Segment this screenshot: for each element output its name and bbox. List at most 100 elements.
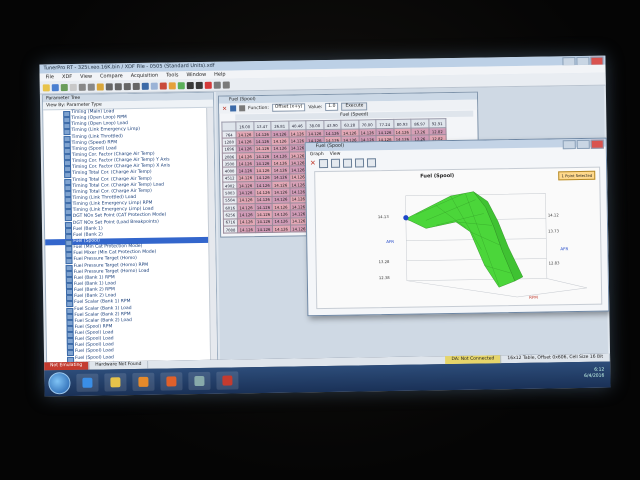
execute-button[interactable]: Execute (341, 102, 368, 111)
taskbar-firefox[interactable] (160, 372, 183, 391)
close-x-icon[interactable]: ✕ (310, 159, 316, 167)
taskbar-ie[interactable] (76, 373, 99, 392)
rotate-icon[interactable] (318, 158, 328, 168)
tree-item-label: Fuel (Bank 1) Load (73, 281, 116, 287)
record-icon[interactable] (159, 81, 167, 90)
graph-title-text: Fuel (Spool) (315, 143, 345, 150)
taskbar-tunerpro[interactable] (216, 371, 239, 390)
stop-icon[interactable] (195, 81, 203, 89)
list-icon[interactable] (150, 82, 158, 90)
arrow-left-icon[interactable] (123, 82, 131, 90)
graph-maximize-button[interactable] (576, 139, 590, 150)
value-input[interactable]: 1.0 (325, 102, 339, 111)
table-cell[interactable]: 14.126 (237, 225, 256, 234)
close-x-icon[interactable]: ✕ (222, 105, 227, 112)
chart-icon[interactable] (366, 157, 376, 167)
save-icon[interactable] (51, 83, 59, 91)
tree-item-label: Fuel (Spool) Load (75, 354, 114, 361)
tree-item-label: Fuel (Spool) Load (74, 330, 114, 337)
tree-item-label: Fuel Scalar (Bank 1) Load (74, 305, 132, 312)
tree-item-label: Timing (Link Throttled) Load (72, 194, 137, 201)
compare-icon[interactable] (69, 83, 77, 91)
svg-text:13.28: 13.28 (379, 259, 391, 264)
arrow-down-icon[interactable] (114, 82, 122, 90)
clock-date: 6/4/2016 (584, 373, 605, 379)
table-icon[interactable] (141, 82, 149, 90)
value-label: Value: (308, 104, 323, 110)
pause-icon[interactable] (186, 81, 194, 89)
select-icon[interactable] (330, 158, 340, 168)
menu-xdf[interactable]: XDF (62, 73, 72, 81)
graph-close-button[interactable] (590, 139, 604, 149)
open-folder-icon[interactable] (42, 83, 50, 91)
settings-icon[interactable] (213, 81, 221, 89)
graph-minimize-button[interactable] (562, 140, 576, 150)
column-header: 26.81 (270, 121, 289, 131)
graph-window-controls (562, 139, 604, 150)
chart-icon[interactable] (239, 105, 246, 112)
zoom-icon[interactable] (342, 158, 352, 168)
screen: TunerPro RT - 325i.xeo.16K.bin / XDF Fil… (39, 55, 611, 397)
x-axis-label: RPM (529, 295, 538, 300)
column-header: 77.24 (375, 119, 394, 129)
grid-icon[interactable] (230, 105, 237, 112)
function-select[interactable]: Offset (x+y) (271, 103, 306, 112)
taskbar-app[interactable] (188, 371, 211, 391)
table-cell[interactable]: 14.126 (289, 224, 308, 233)
menu-file[interactable]: File (46, 73, 54, 81)
wireframe-icon[interactable] (354, 157, 364, 168)
column-header: 63.28 (340, 119, 359, 130)
xdf-icon[interactable] (60, 83, 68, 91)
workspace: Fuel (Spool) ✕ Function: Offset (x+y) Va… (215, 85, 610, 360)
parameter-tree: Timing (Main) Load Timing (Open Loop) RPM… (43, 108, 211, 369)
tree-item-label: Fuel (Spool) Load (74, 336, 114, 343)
tree-item-label: Fuel Scalar (Bank 2) RPM (74, 311, 131, 318)
menu-view[interactable]: View (80, 73, 92, 81)
z-axis-label-left: AFR (386, 239, 394, 244)
column-header: 70.00 (358, 119, 376, 129)
tree-item-label: Fuel (Spool) (73, 238, 100, 244)
tree-item-label: Fuel (Bank 1) (72, 226, 103, 232)
taskbar-explorer[interactable] (104, 373, 127, 392)
info-icon[interactable] (222, 80, 230, 89)
play-icon[interactable] (177, 81, 185, 89)
taskbar-media-player[interactable] (132, 372, 155, 392)
tree-item-label: Fuel (Bank 2) Load (74, 293, 117, 300)
tree-item-label: Timing Total Cor. (Charge Air Temp) (72, 176, 152, 183)
start-button[interactable] (48, 372, 71, 395)
tree-item-label: Fuel Pressure Target (Homo) RPM (73, 262, 149, 269)
svg-text:14.12: 14.12 (548, 212, 560, 217)
plot-area[interactable]: Fuel (Spool) 1 Point Selected 14.13 14.1… (314, 166, 603, 310)
tree-item-label: Fuel (Bank 1) RPM (73, 275, 115, 281)
surface-plot: 14.13 14.12 13.73 13.28 12.83 12.38 AFR … (378, 191, 588, 300)
column-header: 92.91 (428, 118, 446, 128)
menu-tools[interactable]: Tools (166, 71, 178, 79)
z-axis-label-right: AFR (560, 246, 568, 251)
arrow-up-icon[interactable] (105, 82, 113, 90)
redo-icon[interactable] (87, 83, 95, 91)
menu-help[interactable]: Help (214, 71, 226, 79)
tree-item-label: Fuel (Spool) Load (74, 348, 114, 355)
window-title: TunerPro RT - 325i.xeo.16K.bin / XDF Fil… (43, 62, 215, 72)
emulate-icon[interactable] (204, 81, 212, 89)
svg-text:12.83: 12.83 (549, 260, 561, 265)
tree-item-label: Timing Total Cor. (Charge Air Temp) (72, 170, 152, 177)
svg-text:12.38: 12.38 (379, 275, 391, 280)
table-cell[interactable]: 14.126 (254, 225, 273, 233)
taskbar-clock: 6:12 6/4/2016 (584, 368, 604, 380)
tree-item-label: Fuel (Bank 2) RPM (73, 287, 115, 294)
column-header: 38.00 (305, 120, 324, 130)
graph-menu-graph[interactable]: Graph (310, 151, 324, 158)
tree-item-label: Fuel Pressure Target (Homo) (73, 256, 137, 263)
function-label: Function: (248, 105, 269, 111)
undo-icon[interactable] (78, 83, 86, 91)
table-cell[interactable]: 14.126 (272, 224, 291, 233)
column-header: 13.47 (253, 121, 271, 131)
row-header: 7088 (223, 225, 238, 234)
graph-menu-view[interactable]: View (330, 151, 341, 158)
tool-icon[interactable] (96, 82, 104, 91)
tree-item-label: Fuel (Spool) RPM (74, 324, 113, 330)
column-header: 86.97 (410, 118, 429, 129)
arrow-right-icon[interactable] (132, 82, 140, 90)
gauge-icon[interactable] (168, 81, 176, 89)
